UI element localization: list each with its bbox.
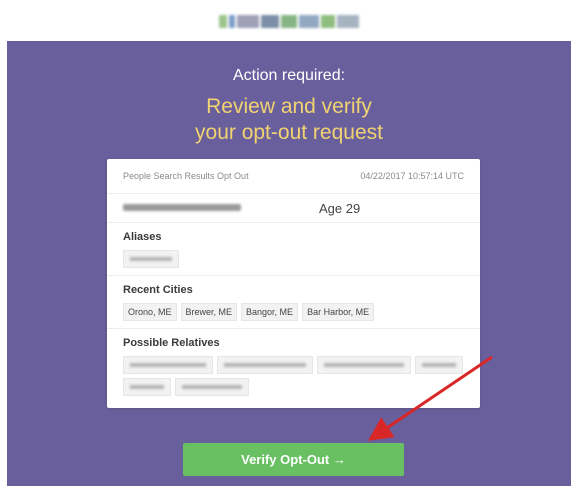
headline-line-1: Review and verify bbox=[206, 95, 372, 118]
recent-cities-title: Recent Cities bbox=[123, 284, 193, 296]
recent-cities-section: Recent Cities Orono, ME Brewer, ME Bango… bbox=[107, 276, 480, 329]
person-age: Age 29 bbox=[319, 201, 361, 216]
verify-opt-out-button[interactable]: Verify Opt-Out → bbox=[183, 443, 404, 476]
opt-out-panel: Action required: Review and verify your … bbox=[7, 41, 571, 486]
record-type-label: People Search Results Opt Out bbox=[123, 171, 249, 181]
city-chip: Bangor, ME bbox=[241, 303, 299, 321]
record-timestamp: 04/22/2017 10:57:14 UTC bbox=[360, 171, 464, 181]
relative-chip bbox=[123, 378, 171, 396]
relative-chip bbox=[217, 356, 313, 374]
person-row: Age 29 bbox=[107, 194, 480, 223]
aliases-title: Aliases bbox=[123, 231, 162, 243]
headline-line-2: your opt-out request bbox=[195, 121, 383, 144]
relative-chip bbox=[175, 378, 249, 396]
blurred-logo-icon bbox=[215, 11, 363, 31]
relative-chip bbox=[415, 356, 463, 374]
aliases-section: Aliases bbox=[107, 223, 480, 276]
opt-out-record-card: People Search Results Opt Out 04/22/2017… bbox=[107, 159, 480, 408]
possible-relatives-section: Possible Relatives bbox=[107, 329, 480, 403]
city-chip: Bar Harbor, ME bbox=[302, 303, 375, 321]
card-header: People Search Results Opt Out 04/22/2017… bbox=[107, 159, 480, 194]
city-chip: Brewer, ME bbox=[180, 303, 238, 321]
relative-chip bbox=[123, 356, 213, 374]
page-headline: Review and verify your opt-out request bbox=[7, 94, 571, 146]
blurred-person-name bbox=[123, 204, 241, 211]
relative-chip bbox=[317, 356, 411, 374]
action-required-label: Action required: bbox=[232, 67, 346, 84]
city-chip: Orono, ME bbox=[123, 303, 177, 321]
possible-relatives-title: Possible Relatives bbox=[123, 337, 220, 349]
alias-chip bbox=[123, 250, 179, 268]
